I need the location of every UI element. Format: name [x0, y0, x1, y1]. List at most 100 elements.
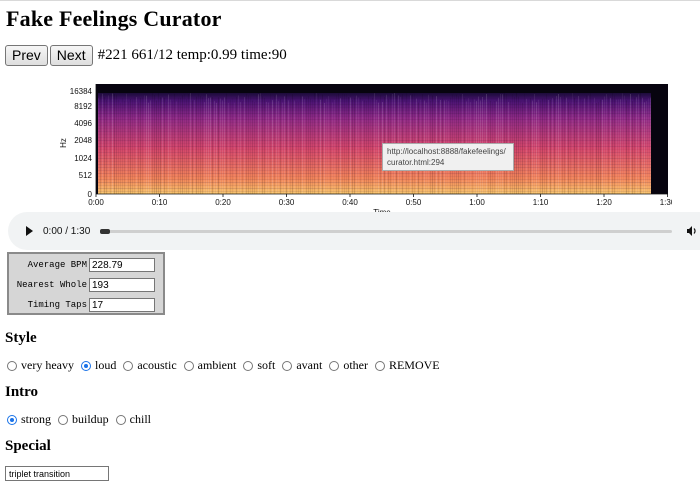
- spectrogram-band: [98, 116, 651, 117]
- radio-button[interactable]: [243, 360, 254, 371]
- special-input[interactable]: [5, 466, 109, 481]
- radio-label: buildup: [72, 412, 109, 426]
- spectrogram-band: [98, 146, 651, 147]
- radio-button[interactable]: [282, 360, 293, 371]
- radio-label: very heavy: [21, 358, 74, 372]
- style-option-very-heavy[interactable]: very heavy: [7, 358, 74, 373]
- style-option-other[interactable]: other: [329, 358, 368, 373]
- audio-progress-track[interactable]: [100, 228, 673, 234]
- y-tick-label: 4096: [74, 119, 92, 128]
- play-icon[interactable]: [26, 226, 33, 236]
- spectrogram-band: [98, 98, 651, 99]
- style-option-acoustic[interactable]: acoustic: [123, 358, 177, 373]
- radio-button[interactable]: [123, 360, 134, 371]
- spectrogram-band: [98, 161, 651, 162]
- intro-option-buildup[interactable]: buildup: [58, 412, 109, 427]
- spectrogram-stripe: [254, 102, 255, 194]
- bpm-panel: Average BPM Nearest Whole Timing Taps: [7, 252, 165, 315]
- timing-taps-field[interactable]: [89, 298, 155, 312]
- y-tick-label: 512: [79, 171, 93, 180]
- x-tick-label: 0:50: [406, 198, 422, 207]
- radio-label: avant: [296, 358, 323, 372]
- average-bpm-field[interactable]: [89, 258, 155, 272]
- nav-row: Prev Next #221 661/12 temp:0.99 time:90: [5, 45, 287, 66]
- spectrogram-band: [98, 140, 651, 141]
- spectrogram: 1638481924096204810245120 0:00 0:10 0:20 0:…: [59, 84, 672, 217]
- spectrogram-band: [98, 122, 651, 123]
- radio-button[interactable]: [374, 360, 385, 371]
- track-info: #221 661/12 temp:0.99 time:90: [97, 47, 287, 63]
- radio-button[interactable]: [7, 414, 17, 425]
- spectrogram-band: [98, 101, 651, 102]
- x-tick-label: 0:10: [152, 198, 168, 207]
- radio-button[interactable]: [183, 360, 194, 371]
- spectrogram-band: [98, 143, 651, 144]
- spectrogram-stripe: [176, 101, 177, 194]
- spectrogram-stripe: [242, 101, 243, 194]
- average-bpm-label: Average BPM: [27, 260, 87, 270]
- y-axis-label: Hz: [59, 138, 68, 148]
- radio-label: ambient: [197, 358, 237, 372]
- audio-progress-knob[interactable]: [100, 228, 111, 234]
- spectrogram-band: [98, 182, 651, 183]
- y-tick-label: 1024: [74, 154, 92, 163]
- spectrogram-band: [98, 149, 651, 150]
- x-tick-label: 0:20: [215, 198, 231, 207]
- radio-label: chill: [129, 412, 151, 426]
- spectrogram-stripe: [204, 102, 205, 194]
- spectrogram-stripe: [582, 100, 583, 194]
- radio-label: acoustic: [137, 358, 177, 372]
- spectrogram-stripe: [520, 101, 521, 194]
- style-radio-group: very heavy loud acoustic ambient soft avant ot…: [7, 358, 447, 373]
- prev-button[interactable]: Prev: [5, 45, 48, 66]
- spectrogram-band: [98, 176, 651, 177]
- radio-button[interactable]: [115, 414, 126, 425]
- spectrogram-band: [98, 179, 651, 180]
- spectrogram-texture: [98, 93, 651, 194]
- radio-button[interactable]: [58, 414, 68, 425]
- spectrogram-stripe: [632, 101, 633, 194]
- spectrogram-stripe: [528, 102, 529, 194]
- intro-option-strong[interactable]: strong: [7, 412, 51, 427]
- spectrogram-stripe: [298, 101, 299, 194]
- radio-label: strong: [21, 412, 51, 426]
- style-option-soft[interactable]: soft: [243, 358, 275, 373]
- top-border: [0, 0, 700, 1]
- spectrogram-band: [98, 152, 651, 153]
- spectrogram-stripe: [128, 101, 129, 194]
- spectrogram-band: [98, 125, 651, 126]
- spectrogram-band: [98, 107, 651, 108]
- style-option-remove[interactable]: REMOVE: [374, 358, 440, 373]
- spectrogram-band: [98, 95, 651, 96]
- style-option-ambient[interactable]: ambient: [183, 358, 237, 373]
- spectrogram-stripe: [166, 101, 167, 194]
- spectrogram-band: [98, 137, 651, 138]
- spectrogram-stripe: [214, 100, 215, 194]
- y-axis-ticks: 1638481924096204810245120: [70, 87, 93, 199]
- style-option-avant[interactable]: avant: [282, 358, 322, 373]
- spectrogram-band: [98, 131, 651, 132]
- spectrogram-band: [98, 155, 651, 156]
- spectrogram-band: [98, 185, 651, 186]
- volume-icon[interactable]: [686, 225, 698, 237]
- style-option-loud[interactable]: loud: [80, 358, 116, 373]
- spectrogram-stripe: [646, 101, 647, 194]
- x-tick-label: 0:30: [279, 198, 295, 207]
- spectrogram-band: [98, 158, 651, 159]
- tooltip-line-1: http://localhost:8888/fakefeelings/: [387, 147, 506, 156]
- intro-option-chill[interactable]: chill: [115, 412, 151, 427]
- spectrogram-stripe: [296, 101, 297, 194]
- x-axis-ticks: 0:00 0:10 0:20 0:30 0:40 0:50 1:00 1:10 1:20 1:30: [88, 194, 672, 207]
- radio-button[interactable]: [329, 360, 340, 371]
- next-button[interactable]: Next: [49, 45, 93, 66]
- spectrogram-band: [98, 170, 651, 171]
- x-tick-label: 1:00: [469, 198, 485, 207]
- x-tick-label: 1:10: [533, 198, 549, 207]
- tooltip: http://localhost:8888/fakefeelings/ cura…: [382, 143, 514, 171]
- radio-button[interactable]: [80, 360, 91, 371]
- audio-player: 0:00 / 1:30: [8, 212, 700, 250]
- x-tick-label: 1:30: [660, 198, 672, 207]
- radio-button[interactable]: [7, 360, 17, 371]
- nearest-whole-field[interactable]: [89, 278, 155, 292]
- spectrogram-band: [98, 128, 651, 129]
